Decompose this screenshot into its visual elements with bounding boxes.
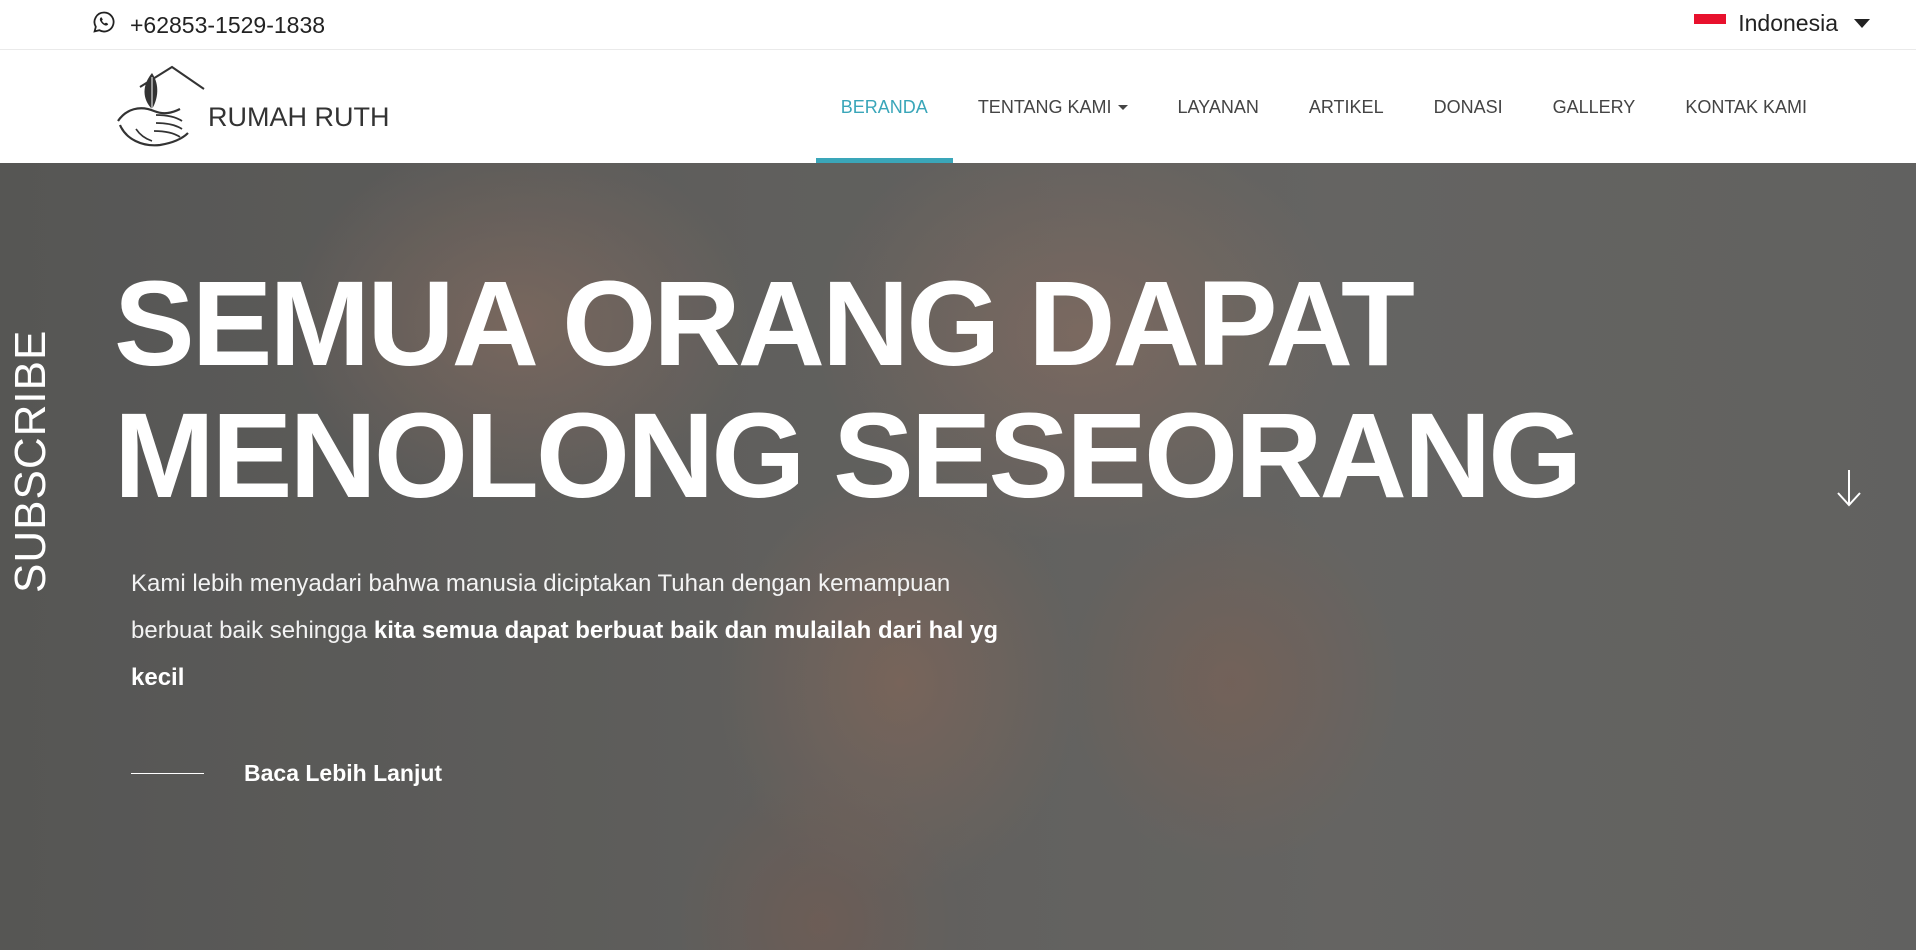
- whatsapp-icon: [92, 10, 116, 40]
- nav-label: LAYANAN: [1177, 96, 1259, 117]
- nav-item-layanan[interactable]: LAYANAN: [1153, 51, 1284, 163]
- arrow-down-icon[interactable]: [1834, 468, 1864, 508]
- nav-item-gallery[interactable]: GALLERY: [1528, 51, 1661, 163]
- headline-line-2: MENOLONG SESEORANG: [114, 387, 1582, 523]
- subscribe-tab[interactable]: SUBSCRIBE: [6, 330, 56, 593]
- nav-item-tentang-kami[interactable]: TENTANG KAMI: [953, 51, 1153, 163]
- nav-label: ARTIKEL: [1308, 96, 1384, 117]
- nav-label: DONASI: [1433, 96, 1503, 117]
- read-more-link[interactable]: Baca Lebih Lanjut: [131, 760, 442, 787]
- nav-item-artikel[interactable]: ARTIKEL: [1284, 51, 1409, 163]
- nav-label: GALLERY: [1552, 96, 1636, 117]
- logo-text: RUMAH RUTH: [208, 101, 390, 132]
- read-more-label: Baca Lebih Lanjut: [244, 760, 443, 786]
- top-bar: +62853-1529-1838 Indonesia: [0, 0, 1916, 50]
- caret-down-icon: [1854, 19, 1870, 28]
- site-logo[interactable]: RUMAH RUTH: [112, 65, 390, 151]
- nav-label: KONTAK KAMI: [1685, 96, 1807, 117]
- indonesia-flag-icon: [1694, 13, 1727, 34]
- language-label: Indonesia: [1738, 10, 1838, 36]
- phone-contact[interactable]: +62853-1529-1838: [92, 10, 325, 40]
- hero-lead: Kami lebih menyadari bahwa manusia dicip…: [131, 560, 1031, 701]
- main-nav: BERANDA TENTANG KAMI LAYANAN ARTIKEL DON…: [815, 51, 1832, 163]
- nav-item-beranda[interactable]: BERANDA: [815, 51, 953, 163]
- caret-down-icon: [1117, 104, 1128, 110]
- headline-line-1: SEMUA ORANG DAPAT: [114, 255, 1415, 391]
- nav-item-kontak-kami[interactable]: KONTAK KAMI: [1660, 51, 1832, 163]
- language-selector[interactable]: Indonesia: [1694, 10, 1870, 37]
- nav-label: TENTANG KAMI: [977, 96, 1112, 117]
- nav-label: BERANDA: [840, 96, 928, 117]
- nav-item-donasi[interactable]: DONASI: [1409, 51, 1528, 163]
- site-header: RUMAH RUTH BERANDA TENTANG KAMI LAYANAN …: [0, 51, 1916, 163]
- divider-line: [131, 773, 204, 774]
- rumah-ruth-logo-icon: [117, 65, 205, 147]
- phone-number: +62853-1529-1838: [130, 11, 326, 38]
- hero-headline: SEMUA ORANG DAPAT MENOLONG SESEORANG: [114, 255, 1582, 523]
